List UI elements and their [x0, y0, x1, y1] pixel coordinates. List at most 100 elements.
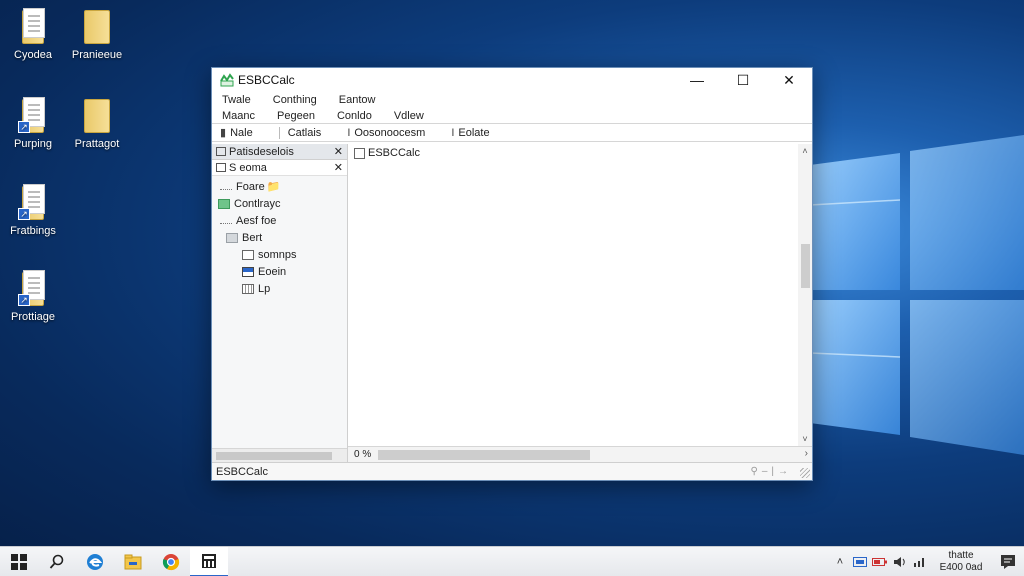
pane-row-label: S eoma: [229, 161, 267, 174]
menu-item[interactable]: Conldo: [337, 110, 372, 122]
window-title: ESBCCalc: [238, 73, 295, 87]
scroll-up-icon[interactable]: ˄: [798, 144, 812, 158]
document-icon: [16, 6, 50, 46]
title-bar[interactable]: ESBCCalc — ☐ ✕: [212, 68, 812, 92]
desktop-icon-label: Cyodea: [14, 49, 52, 61]
taskbar-chrome[interactable]: [152, 547, 190, 576]
search-button[interactable]: [38, 547, 76, 576]
toolbar-label: Catlais: [287, 126, 322, 139]
desktop-icon-pranieeue[interactable]: Pranieeue: [64, 6, 130, 61]
menu-item[interactable]: Maanc: [222, 110, 255, 122]
zoom-icon[interactable]: ⚲: [751, 466, 762, 477]
chrome-browser-icon: [162, 553, 180, 570]
toolbar-button[interactable]: ▮ Nale: [220, 126, 253, 140]
notification-center[interactable]: [992, 554, 1024, 570]
close-button[interactable]: ✕: [766, 68, 812, 92]
scrollbar-thumb[interactable]: [378, 449, 590, 460]
start-button[interactable]: [0, 547, 38, 576]
horizontal-scrollbar[interactable]: 0 % ›: [348, 446, 812, 462]
close-icon[interactable]: ✕: [334, 161, 343, 174]
windows-logo-wallpaper: [810, 135, 1024, 455]
toolbar: ▮ Nale Catlais I Oosonoocesm I Eolate: [212, 124, 812, 142]
desktop-icon-label: Prattagot: [74, 138, 120, 150]
maximize-button[interactable]: ☐: [720, 68, 766, 92]
edge-browser-icon: [87, 553, 103, 570]
desktop-icon-label: Pranieeue: [71, 49, 123, 61]
desktop-icon-fratbings[interactable]: ↗ Fratbings: [0, 182, 66, 237]
tree-item-label: Aesf foe: [236, 214, 277, 227]
pane-header-label: Patisdeselois: [229, 145, 294, 158]
taskbar-clock[interactable]: thatte E400 0ad: [930, 550, 992, 574]
document-icon: [242, 249, 254, 260]
speaker-bars-icon[interactable]: [910, 556, 930, 568]
tree-item[interactable]: Eoein: [212, 263, 347, 280]
tree-item[interactable]: Lp: [212, 280, 347, 297]
toolbar-label: Nale: [230, 126, 253, 139]
taskbar-calc-app[interactable]: [190, 546, 228, 576]
tree-item[interactable]: Bert: [212, 229, 347, 246]
toolbar-button[interactable]: I Oosonoocesm: [347, 127, 425, 139]
horizontal-scrollbar[interactable]: [212, 448, 347, 462]
menu-bar-secondary: Maanc Pegeen Conldo Vdlew: [212, 108, 812, 124]
document-tab-label: ESBCCalc: [368, 147, 420, 159]
toolbar-label: Oosonoocesm: [354, 126, 426, 139]
scrollbar-thumb[interactable]: [801, 244, 810, 288]
menu-item[interactable]: Twale: [222, 94, 251, 106]
document-tab[interactable]: ESBCCalc: [348, 144, 812, 162]
star-folder-icon: 📁: [266, 181, 281, 193]
pane-header: Patisdeselois ✕: [212, 144, 347, 160]
vertical-scrollbar[interactable]: ˄ ˅: [798, 144, 812, 446]
clock-time: thatte: [948, 549, 974, 561]
network-icon[interactable]: [850, 556, 870, 567]
toolbar-button[interactable]: I Eolate: [451, 127, 489, 139]
volume-icon[interactable]: [890, 556, 910, 568]
chevron-up-icon[interactable]: ˄: [830, 556, 850, 568]
toolbar-button[interactable]: Catlais: [288, 127, 322, 139]
bar-icon: ▮: [220, 127, 227, 139]
menu-item[interactable]: Eantow: [339, 94, 376, 106]
menu-bar: Twale Conthing Eantow: [212, 92, 812, 108]
pane-search-row[interactable]: S eoma ✕: [212, 160, 347, 176]
tree-item[interactable]: Contlrayc: [212, 195, 347, 212]
calc-app-icon: [220, 73, 234, 87]
minus-icon[interactable]: –: [762, 466, 772, 477]
shortcut-document-icon: ↗: [16, 268, 50, 308]
panel-icon: [216, 147, 226, 156]
text-cursor-icon: I: [451, 126, 455, 139]
toolbar-separator: [278, 126, 280, 139]
resize-grip-icon[interactable]: [800, 468, 810, 478]
file-explorer-icon: [124, 554, 142, 569]
desktop-icon-prottiage[interactable]: ↗ Prottiage: [0, 268, 66, 323]
taskbar-file-explorer[interactable]: [114, 547, 152, 576]
arrow-right-icon[interactable]: →: [778, 466, 792, 477]
menu-item[interactable]: Conthing: [273, 94, 317, 106]
status-bar: ESBCCalc ⚲–|→: [212, 462, 812, 480]
editor-pane[interactable]: ESBCCalc ˄ ˅ 0 % ›: [348, 144, 812, 462]
blue-document-icon: [242, 266, 254, 277]
windows-start-icon: [11, 553, 27, 570]
green-folder-icon: [218, 198, 230, 209]
close-icon[interactable]: ✕: [334, 145, 343, 158]
scrollbar-thumb[interactable]: [216, 452, 332, 460]
desktop-icon-cyodea[interactable]: Cyodea: [0, 6, 66, 61]
desktop-icon-label: Purping: [14, 138, 52, 150]
menu-item[interactable]: Vdlew: [394, 110, 424, 122]
scroll-right-icon[interactable]: ›: [805, 448, 808, 459]
minimize-button[interactable]: —: [674, 68, 720, 92]
folder-icon: [80, 95, 114, 135]
battery-icon[interactable]: [870, 557, 890, 567]
tree-item-label: Contlrayc: [234, 197, 281, 210]
tree-item[interactable]: Foare 📁: [212, 178, 347, 195]
tree-item[interactable]: somnps: [212, 246, 347, 263]
divider: |: [771, 466, 778, 477]
scroll-down-icon[interactable]: ˅: [798, 432, 812, 446]
taskbar-edge[interactable]: [76, 547, 114, 576]
tree-item-label: somnps: [258, 248, 297, 261]
clock-date: E400 0ad: [939, 561, 983, 573]
taskbar: ˄ thatte E400 0ad: [0, 546, 1024, 576]
desktop-icon-prattagot[interactable]: Prattagot: [64, 95, 130, 150]
menu-item[interactable]: Pegeen: [277, 110, 315, 122]
tree-item[interactable]: Aesf foe: [212, 212, 347, 229]
search-icon: [49, 554, 64, 569]
desktop-icon-purping[interactable]: ↗ Purping: [0, 95, 66, 150]
